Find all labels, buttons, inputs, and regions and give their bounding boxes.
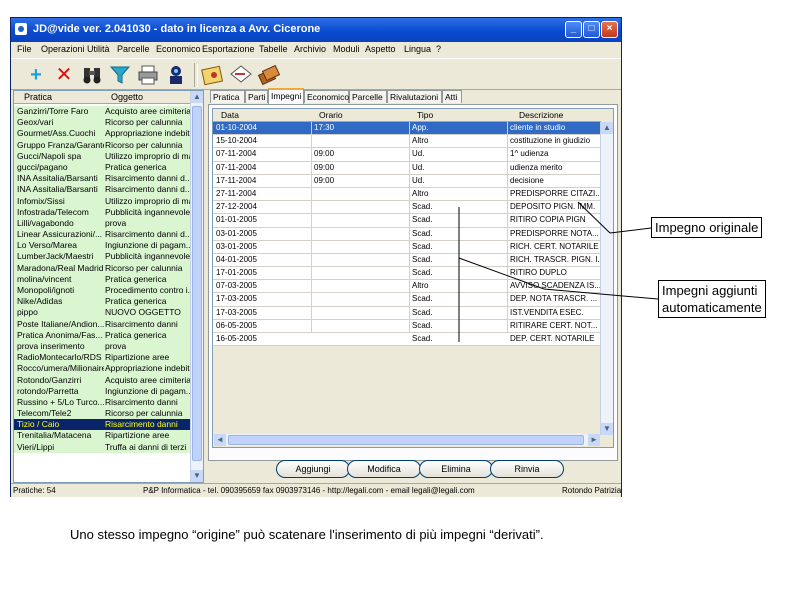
callout-added-line1: Impegni aggiunti bbox=[662, 283, 758, 298]
caption: Uno stesso impegno “origine” può scatena… bbox=[70, 527, 544, 542]
callout-original: Impegno originale bbox=[651, 217, 763, 238]
callout-added: Impegni aggiunti automaticamente bbox=[658, 280, 766, 318]
callout-added-line2: automaticamente bbox=[662, 300, 762, 315]
